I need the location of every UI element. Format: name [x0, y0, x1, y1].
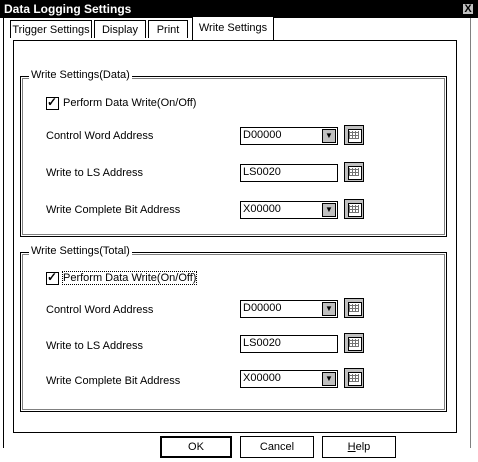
dropdown-arrow-icon[interactable]: ▼ [322, 129, 336, 143]
group-title-total: Write Settings(Total) [29, 245, 132, 257]
data-write-checkbox-label: Perform Data Write(On/Off) [63, 97, 197, 109]
total-write-ls-value: LS0020 [243, 337, 281, 349]
total-write-ls-label: Write to LS Address [46, 340, 144, 352]
data-complete-bit-label: Write Complete Bit Address [46, 204, 181, 216]
tab-write-settings[interactable]: Write Settings [192, 16, 274, 40]
total-complete-bit-label: Write Complete Bit Address [46, 375, 181, 387]
dropdown-arrow-icon[interactable]: ▼ [322, 302, 336, 316]
dialog-left-border [3, 18, 4, 448]
data-control-word-label: Control Word Address [46, 130, 154, 142]
data-control-word-value: D00000 [243, 129, 282, 141]
keypad-icon[interactable] [344, 333, 364, 353]
total-write-ls-input[interactable]: LS0020 [240, 335, 338, 353]
close-icon[interactable]: X [462, 3, 474, 15]
total-complete-bit-combo[interactable]: X00000 ▼ [240, 370, 338, 388]
cancel-button[interactable]: Cancel [240, 436, 314, 458]
help-mnemonic: H [347, 441, 356, 453]
keypad-icon[interactable] [344, 298, 364, 318]
data-write-checkbox[interactable] [46, 95, 59, 110]
keypad-icon[interactable] [344, 199, 364, 219]
total-control-word-label: Control Word Address [46, 304, 154, 316]
help-label-rest: elp [355, 441, 371, 453]
dialog-right-border [470, 18, 471, 448]
data-write-ls-value: LS0020 [243, 166, 281, 178]
total-control-word-combo[interactable]: D00000 ▼ [240, 300, 338, 318]
keypad-icon[interactable] [344, 368, 364, 388]
total-write-checkbox-label: Perform Data Write(On/Off) [61, 271, 198, 285]
data-complete-bit-combo[interactable]: X00000 ▼ [240, 201, 338, 219]
help-button[interactable]: Help [322, 436, 396, 458]
total-control-word-value: D00000 [243, 302, 282, 314]
dropdown-arrow-icon[interactable]: ▼ [322, 372, 336, 386]
total-write-checkbox[interactable] [46, 270, 59, 285]
keypad-icon[interactable] [344, 162, 364, 182]
keypad-icon[interactable] [344, 125, 364, 145]
tab-trigger-settings[interactable]: Trigger Settings [10, 20, 92, 38]
total-complete-bit-value: X00000 [243, 372, 281, 384]
group-title-data: Write Settings(Data) [29, 69, 132, 81]
data-write-ls-label: Write to LS Address [46, 167, 144, 179]
data-write-ls-input[interactable]: LS0020 [240, 164, 338, 182]
window-title: Data Logging Settings [4, 2, 132, 16]
tab-print[interactable]: Print [148, 20, 188, 38]
data-control-word-combo[interactable]: D00000 ▼ [240, 127, 338, 145]
tab-display[interactable]: Display [94, 20, 146, 38]
dropdown-arrow-icon[interactable]: ▼ [322, 203, 336, 217]
ok-button[interactable]: OK [160, 436, 232, 458]
data-complete-bit-value: X00000 [243, 203, 281, 215]
